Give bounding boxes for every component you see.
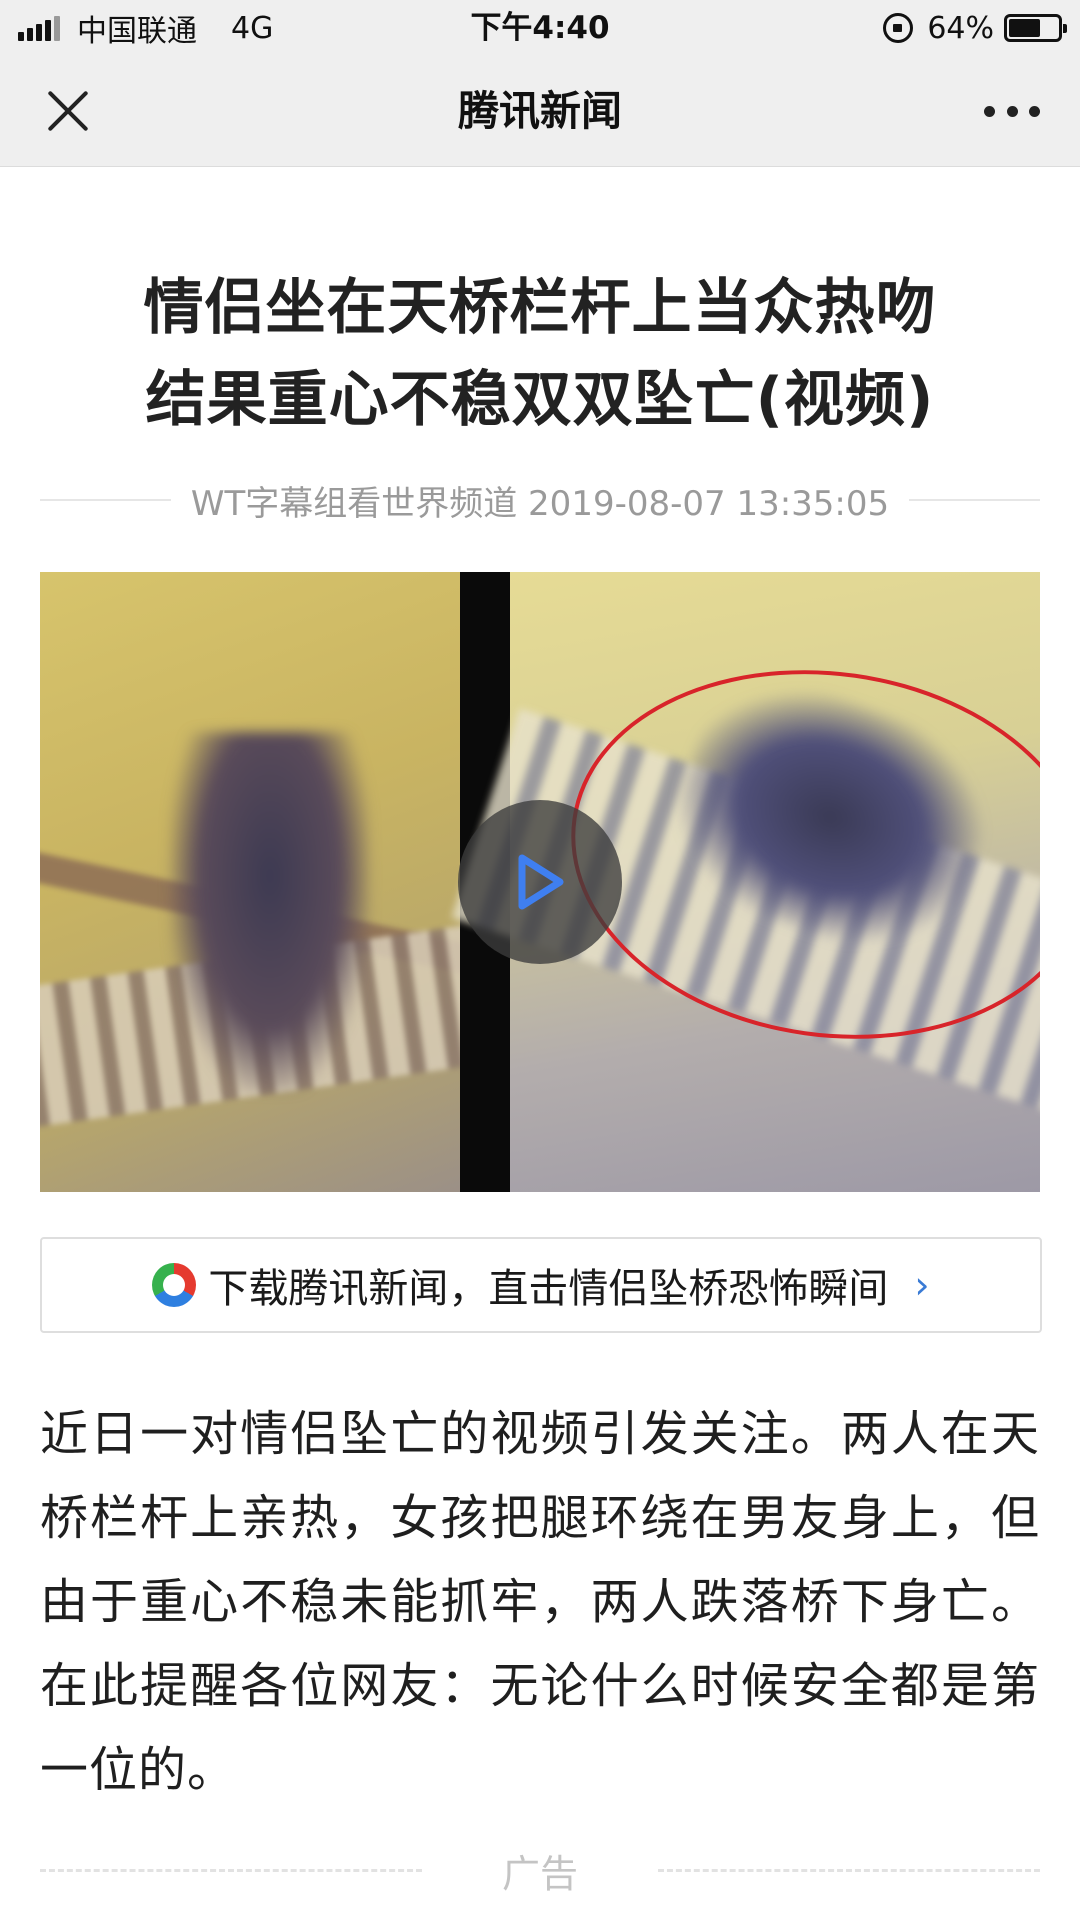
battery-icon bbox=[1004, 14, 1067, 42]
page-title: 腾讯新闻 bbox=[458, 87, 622, 135]
source-and-date: WT字幕组看世界频道 2019-08-07 13:35:05 bbox=[190, 483, 890, 524]
lock-rotation-icon bbox=[883, 13, 914, 43]
download-app-banner[interactable]: 下载腾讯新闻，直击情侣坠桥恐怖瞬间 › bbox=[40, 1237, 1042, 1333]
chevron-right-icon: › bbox=[914, 1263, 930, 1307]
highlight-circle bbox=[547, 637, 1040, 1072]
status-bar: 中国联通 4G 下午4:40 64% bbox=[0, 0, 1080, 56]
banner-text: 下载腾讯新闻，直击情侣坠桥恐怖瞬间 bbox=[208, 1266, 889, 1312]
meta-divider-left bbox=[40, 499, 171, 501]
ad-divider: 广告 bbox=[40, 1840, 1041, 1900]
battery-percent: 64% bbox=[927, 10, 994, 46]
article-title-line-1: 情侣坐在天桥栏杆上当众热吻 bbox=[143, 273, 937, 343]
more-icon[interactable] bbox=[984, 106, 1040, 120]
play-icon[interactable] bbox=[458, 800, 622, 964]
article-body: 近日一对情侣坠亡的视频引发关注。两人在天桥栏杆上亲热，女孩把腿环绕在男友身上，但… bbox=[40, 1406, 1040, 1798]
tencent-news-logo bbox=[152, 1263, 197, 1307]
video-player[interactable] bbox=[40, 572, 1040, 1192]
battery-fill bbox=[1009, 19, 1040, 37]
meta-divider-right bbox=[909, 499, 1041, 501]
nav-bar: 腾讯新闻 bbox=[0, 56, 1080, 167]
status-right: 64% bbox=[883, 8, 1067, 48]
ad-label: 广告 bbox=[502, 1851, 579, 1896]
article-title: 情侣坐在天桥栏杆上当众热吻 结果重心不稳双双坠亡(视频) bbox=[40, 262, 1040, 446]
article-meta: WT字幕组看世界频道 2019-08-07 13:35:05 bbox=[40, 478, 1041, 524]
video-frame-left bbox=[40, 572, 568, 1192]
article-title-line-2: 结果重心不稳双双坠亡(视频) bbox=[145, 365, 935, 435]
